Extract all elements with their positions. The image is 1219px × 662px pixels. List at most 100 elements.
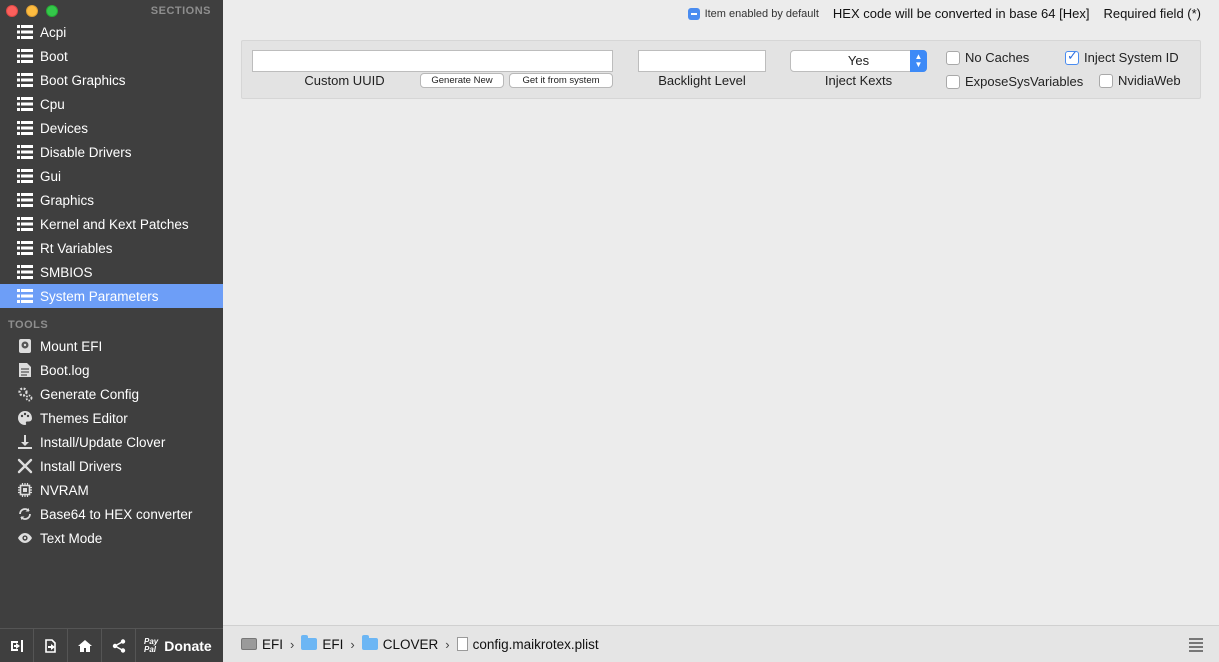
crumb-efi-volume[interactable]: EFI bbox=[241, 637, 283, 652]
inject-system-id-checkbox[interactable]: Inject System ID bbox=[1065, 49, 1179, 65]
inject-kexts-select[interactable]: Yes ▲ ▼ bbox=[790, 50, 927, 72]
custom-uuid-label: Custom UUID bbox=[304, 73, 385, 88]
sidebar-item-rt-variables[interactable]: Rt Variables bbox=[0, 236, 223, 260]
import-button[interactable] bbox=[0, 628, 34, 662]
sidebar-item-acpi[interactable]: Acpi bbox=[0, 20, 223, 44]
crumb-config-file[interactable]: config.maikrotex.plist bbox=[456, 636, 599, 652]
expose-sys-variables-checkbox[interactable]: ExposeSysVariables bbox=[946, 74, 1083, 89]
tool-item-install-drivers[interactable]: Install Drivers bbox=[0, 454, 223, 478]
share-button[interactable] bbox=[102, 628, 136, 662]
hex-note: HEX code will be converted in base 64 [H… bbox=[832, 6, 1090, 21]
tools-icon bbox=[16, 457, 34, 475]
export-icon bbox=[44, 638, 56, 653]
crumb-separator: › bbox=[350, 636, 355, 652]
backlight-level-label: Backlight Level bbox=[658, 73, 746, 88]
list-icon bbox=[16, 239, 34, 257]
backlight-level-input[interactable] bbox=[638, 50, 766, 72]
sidebar-item-gui[interactable]: Gui bbox=[0, 164, 223, 188]
tool-item-nvram[interactable]: NVRAM bbox=[0, 478, 223, 502]
get-from-system-button[interactable]: Get it from system bbox=[509, 73, 613, 88]
window-controls bbox=[6, 5, 58, 17]
donate-label: Donate bbox=[164, 637, 212, 654]
list-icon bbox=[16, 23, 34, 41]
refresh-icon bbox=[16, 505, 34, 523]
folder-icon bbox=[301, 635, 318, 650]
nvidia-web-box[interactable] bbox=[1099, 73, 1113, 88]
tools-menu: Mount EFI Boot.log Generate Config Themes E… bbox=[0, 334, 223, 550]
sections-header: SECTIONS bbox=[150, 5, 211, 17]
crumb-label: EFI bbox=[262, 636, 284, 652]
crumb-efi-folder[interactable]: EFI bbox=[301, 635, 343, 652]
palette-icon bbox=[16, 409, 34, 427]
sidebar-item-graphics[interactable]: Graphics bbox=[0, 188, 223, 212]
generate-new-button[interactable]: Generate New bbox=[420, 73, 504, 88]
sidebar-item-smbios[interactable]: SMBIOS bbox=[0, 260, 223, 284]
close-window-button[interactable] bbox=[6, 5, 18, 17]
nvidia-web-checkbox[interactable]: NvidiaWeb bbox=[1099, 73, 1181, 88]
list-icon bbox=[16, 263, 34, 281]
home-button[interactable] bbox=[68, 628, 102, 662]
chip-icon bbox=[16, 481, 34, 499]
sidebar-item-label: Devices bbox=[40, 120, 89, 136]
tool-item-install-update-clover[interactable]: Install/Update Clover bbox=[0, 430, 223, 454]
inject-system-id-box[interactable] bbox=[1065, 49, 1079, 65]
tool-item-label: Install Drivers bbox=[40, 458, 122, 474]
tool-item-text-mode[interactable]: Text Mode bbox=[0, 526, 223, 550]
nvidia-web-label: NvidiaWeb bbox=[1118, 73, 1181, 88]
sidebar-footer: Pay Pal Donate bbox=[0, 628, 223, 662]
crumb-label: config.maikrotex.plist bbox=[472, 636, 599, 652]
folder-icon bbox=[361, 635, 378, 650]
no-caches-box[interactable] bbox=[946, 50, 960, 65]
tool-item-label: Boot.log bbox=[40, 362, 90, 378]
crumb-label: CLOVER bbox=[382, 636, 439, 652]
sidebar-item-disable-drivers[interactable]: Disable Drivers bbox=[0, 140, 223, 164]
sidebar-item-label: Acpi bbox=[40, 24, 67, 40]
sections-menu: Acpi Boot Boot Graphics Cpu Devices Disable D… bbox=[0, 20, 223, 308]
sidebar-item-label: Disable Drivers bbox=[40, 144, 132, 160]
maximize-window-button[interactable] bbox=[46, 5, 58, 17]
gears-icon bbox=[16, 385, 34, 403]
tool-item-base64-to-hex-converter[interactable]: Base64 to HEX converter bbox=[0, 502, 223, 526]
list-icon bbox=[16, 215, 34, 233]
donate-button[interactable]: Pay Pal Donate bbox=[136, 637, 212, 654]
tool-item-boot-log[interactable]: Boot.log bbox=[0, 358, 223, 382]
tool-item-label: Mount EFI bbox=[40, 338, 103, 354]
sidebar-item-label: System Parameters bbox=[40, 288, 159, 304]
expose-sys-variables-label: ExposeSysVariables bbox=[965, 74, 1084, 89]
log-icon bbox=[16, 361, 34, 379]
legend-bar: Item enabled by default HEX code will be… bbox=[687, 6, 1201, 21]
paypal-icon: Pay Pal bbox=[144, 637, 158, 654]
sidebar-item-devices[interactable]: Devices bbox=[0, 116, 223, 140]
sidebar-item-system-parameters[interactable]: System Parameters bbox=[0, 284, 223, 308]
legend-enabled-default: Item enabled by default bbox=[687, 7, 819, 20]
sidebar-item-kernel-and-kext-patches[interactable]: Kernel and Kext Patches bbox=[0, 212, 223, 236]
sidebar-item-boot-graphics[interactable]: Boot Graphics bbox=[0, 68, 223, 92]
custom-uuid-input[interactable] bbox=[252, 50, 613, 72]
tool-item-label: Install/Update Clover bbox=[40, 434, 166, 450]
import-icon bbox=[10, 639, 23, 652]
list-icon bbox=[16, 95, 34, 113]
list-icon bbox=[16, 143, 34, 161]
inject-system-id-label: Inject System ID bbox=[1084, 50, 1179, 65]
crumb-separator: › bbox=[445, 636, 450, 652]
tool-item-mount-efi[interactable]: Mount EFI bbox=[0, 334, 223, 358]
list-icon bbox=[16, 119, 34, 137]
path-bar: EFI › EFI › CLOVER › config.maikrotex.pl… bbox=[223, 625, 1219, 662]
sidebar-item-boot[interactable]: Boot bbox=[0, 44, 223, 68]
tool-item-label: Generate Config bbox=[40, 386, 140, 402]
legend-enabled-label: Item enabled by default bbox=[704, 7, 819, 20]
tool-item-generate-config[interactable]: Generate Config bbox=[0, 382, 223, 406]
menu-icon[interactable] bbox=[1189, 638, 1203, 652]
no-caches-checkbox[interactable]: No Caches bbox=[946, 50, 1029, 65]
sidebar-item-label: Boot bbox=[40, 48, 68, 64]
sidebar-item-cpu[interactable]: Cpu bbox=[0, 92, 223, 116]
crumb-clover-folder[interactable]: CLOVER bbox=[361, 635, 439, 652]
minimize-window-button[interactable] bbox=[26, 5, 38, 17]
paypal-line2: Pal bbox=[144, 644, 157, 654]
export-button[interactable] bbox=[34, 628, 68, 662]
sidebar-item-label: Rt Variables bbox=[40, 240, 113, 256]
expose-sys-variables-box[interactable] bbox=[946, 74, 960, 89]
tool-item-themes-editor[interactable]: Themes Editor bbox=[0, 406, 223, 430]
list-icon bbox=[16, 71, 34, 89]
download-icon bbox=[16, 433, 34, 451]
